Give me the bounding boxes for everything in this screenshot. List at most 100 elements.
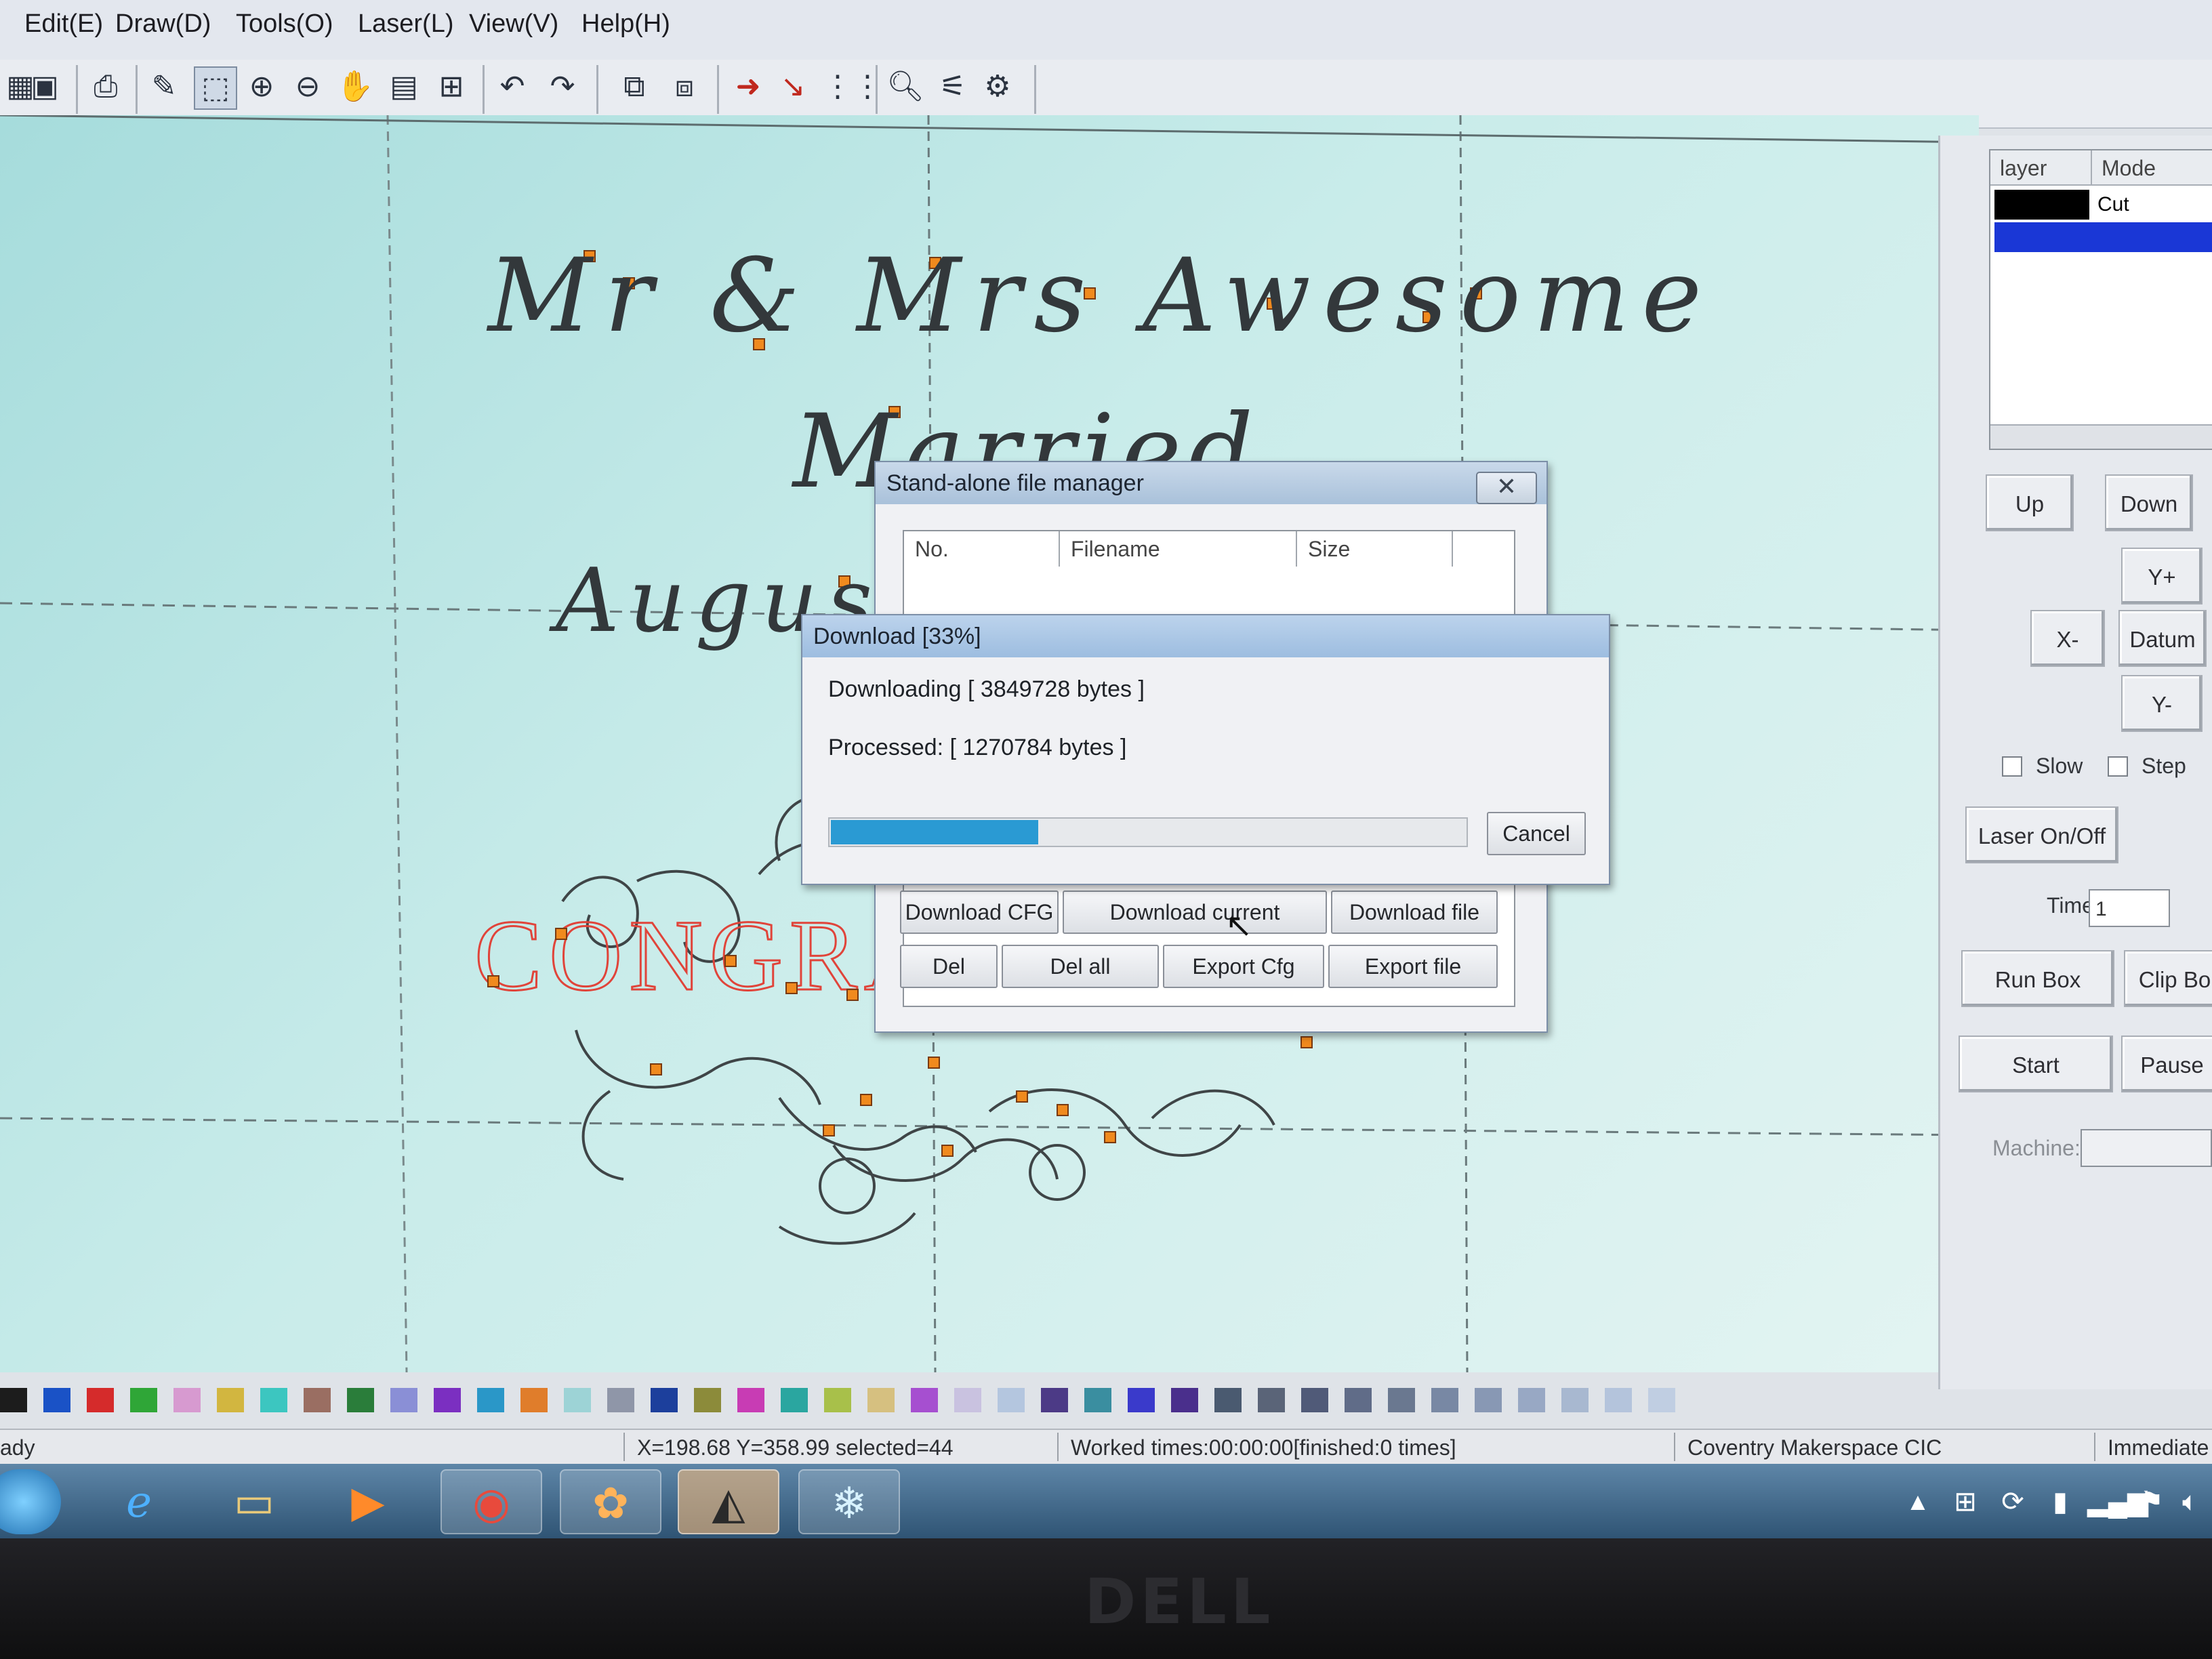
select-icon[interactable]: ⬚ — [194, 66, 237, 110]
palette-swatch[interactable] — [1518, 1388, 1545, 1412]
inkscape-icon[interactable]: ◭ — [678, 1469, 779, 1534]
palette-swatch[interactable] — [954, 1388, 981, 1412]
palette-swatch[interactable] — [911, 1388, 938, 1412]
menu-help[interactable]: Help(H) — [581, 9, 670, 39]
download-current-button[interactable]: Download current — [1063, 890, 1327, 934]
palette-swatch[interactable] — [564, 1388, 591, 1412]
palette-swatch[interactable] — [520, 1388, 548, 1412]
tray-arrow-icon[interactable]: ▲ — [1898, 1469, 1938, 1534]
palette-swatch[interactable] — [1214, 1388, 1242, 1412]
del-button[interactable]: Del — [900, 945, 998, 988]
ungroup-icon[interactable]: ⧈ — [664, 66, 705, 107]
internet-explorer-icon[interactable]: ℯ — [88, 1469, 190, 1534]
download-cfg-button[interactable]: Download CFG — [900, 890, 1059, 934]
datum-button[interactable]: Datum — [2118, 610, 2207, 667]
palette-swatch[interactable] — [1648, 1388, 1675, 1412]
start-orb-icon[interactable] — [0, 1469, 61, 1534]
device-icon[interactable]: ▮ — [2040, 1469, 2081, 1534]
palette-swatch[interactable] — [998, 1388, 1025, 1412]
palette-swatch[interactable] — [607, 1388, 634, 1412]
menu-draw[interactable]: Draw(D) — [115, 9, 211, 39]
node-icon[interactable]: ↘ — [773, 66, 813, 107]
arrow-icon[interactable]: ➜ — [728, 66, 769, 107]
palette-swatch[interactable] — [1475, 1388, 1502, 1412]
windows-flag-icon[interactable]: ⊞ — [1945, 1469, 1986, 1534]
menu-view[interactable]: View(V) — [469, 9, 558, 39]
column-size[interactable]: Size — [1297, 531, 1453, 567]
print-icon[interactable]: ⎙ — [85, 66, 126, 107]
palette-swatch[interactable] — [130, 1388, 157, 1412]
signal-icon[interactable]: ▂▄▆ — [2087, 1469, 2148, 1534]
palette-swatch[interactable] — [434, 1388, 461, 1412]
palette-swatch[interactable] — [737, 1388, 764, 1412]
palette-swatch[interactable] — [1605, 1388, 1632, 1412]
up-button[interactable]: Up — [1986, 474, 2074, 531]
palette-swatch[interactable] — [1431, 1388, 1458, 1412]
run-box-button[interactable]: Run Box — [1961, 950, 2114, 1007]
down-button[interactable]: Down — [2105, 474, 2193, 531]
palette-swatch[interactable] — [694, 1388, 721, 1412]
palette-swatch[interactable] — [1301, 1388, 1328, 1412]
y-minus-button[interactable]: Y- — [2121, 675, 2203, 732]
palette-swatch[interactable] — [1041, 1388, 1068, 1412]
palette-swatch[interactable] — [0, 1388, 27, 1412]
palette-swatch[interactable] — [87, 1388, 114, 1412]
palette-swatch[interactable] — [1258, 1388, 1285, 1412]
start-button[interactable]: Start — [1959, 1036, 2113, 1092]
sync-icon[interactable]: ⟳ — [1992, 1469, 2033, 1534]
palette-swatch[interactable] — [217, 1388, 244, 1412]
palette-swatch[interactable] — [1171, 1388, 1198, 1412]
gear-icon[interactable]: ⚙ — [977, 66, 1018, 107]
brush-icon[interactable]: ✎ — [144, 66, 184, 107]
palette-swatch[interactable] — [781, 1388, 808, 1412]
column-no[interactable]: No. — [904, 531, 1060, 567]
menu-tools[interactable]: Tools(O) — [236, 9, 333, 39]
laser-app-icon[interactable]: ❄ — [798, 1469, 900, 1534]
palette-swatch[interactable] — [867, 1388, 895, 1412]
palette-swatch[interactable] — [304, 1388, 331, 1412]
zoom-in-icon[interactable]: ⊕ — [241, 66, 282, 107]
group-icon[interactable]: ⧉ — [614, 66, 655, 107]
palette-swatch[interactable] — [1128, 1388, 1155, 1412]
palette-swatch[interactable] — [390, 1388, 417, 1412]
layer-scrollbar[interactable] — [1990, 424, 2212, 449]
paint-icon[interactable]: ✿ — [560, 1469, 661, 1534]
palette-swatch[interactable] — [173, 1388, 201, 1412]
laser-head-icon[interactable]: ⚟ — [933, 66, 973, 107]
canvas-text-names[interactable]: Mr & Mrs Awesome — [488, 237, 1714, 355]
layer-list[interactable]: layer Mode Cut — [1989, 149, 2212, 450]
times-input[interactable]: 1 — [2089, 889, 2170, 927]
mode-column-header[interactable]: Mode — [2092, 150, 2212, 186]
palette-swatch[interactable] — [1388, 1388, 1415, 1412]
palette-swatch[interactable] — [1561, 1388, 1589, 1412]
palette-swatch[interactable] — [347, 1388, 374, 1412]
grid-icon[interactable]: ⋮⋮ — [823, 66, 882, 107]
palette-swatch[interactable] — [477, 1388, 504, 1412]
undo-icon[interactable]: ↶ — [492, 66, 533, 107]
palette-swatch[interactable] — [1345, 1388, 1372, 1412]
chrome-icon[interactable]: ◉ — [441, 1469, 542, 1534]
palette-swatch[interactable] — [260, 1388, 287, 1412]
menu-laser[interactable]: Laser(L) — [358, 9, 454, 39]
close-icon[interactable]: ✕ — [1476, 472, 1537, 504]
layer-column-header[interactable]: layer — [1990, 150, 2092, 186]
pause-button[interactable]: Pause — [2121, 1036, 2212, 1092]
palette-swatch[interactable] — [1084, 1388, 1111, 1412]
media-player-icon[interactable]: ▶ — [317, 1469, 419, 1534]
palette-swatch[interactable] — [651, 1388, 678, 1412]
cancel-button[interactable]: Cancel — [1487, 812, 1586, 855]
slow-checkbox[interactable] — [2002, 756, 2022, 777]
file-explorer-icon[interactable]: ▭ — [203, 1469, 305, 1534]
fit-icon[interactable]: ⊞ — [431, 66, 472, 107]
redo-icon[interactable]: ↷ — [542, 66, 583, 107]
page-icon[interactable]: ▤ — [384, 66, 424, 107]
preview-icon[interactable]: 🔍︎ — [885, 66, 926, 107]
volume-icon[interactable]: 🔈︎ — [2171, 1469, 2209, 1534]
download-file-button[interactable]: Download file — [1331, 890, 1498, 934]
step-checkbox[interactable] — [2108, 756, 2128, 777]
save-icon[interactable]: ▣ — [24, 66, 65, 107]
palette-swatch[interactable] — [43, 1388, 70, 1412]
del-all-button[interactable]: Del all — [1002, 945, 1159, 988]
column-filename[interactable]: Filename — [1060, 531, 1297, 567]
clip-box-button[interactable]: Clip Bo — [2124, 950, 2212, 1007]
